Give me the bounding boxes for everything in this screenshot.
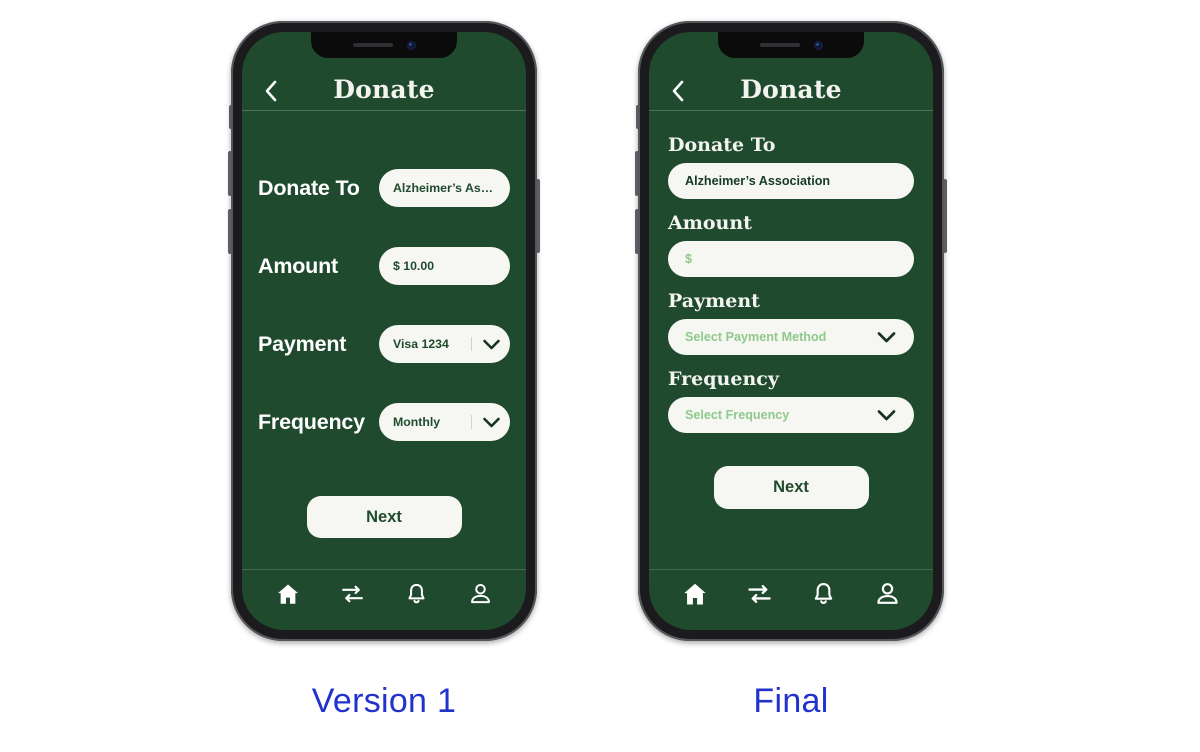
person-icon <box>470 583 490 604</box>
tab-transfer[interactable] <box>736 575 782 613</box>
tab-home[interactable] <box>265 575 311 613</box>
tab-profile[interactable] <box>864 575 910 613</box>
label-donate-to: Donate To <box>668 134 776 156</box>
power-button[interactable] <box>536 179 540 253</box>
label-donate-to: Donate To <box>258 175 360 200</box>
input-amount-value: $ 10.00 <box>393 259 435 273</box>
form-group-amount: Amount $ <box>668 211 914 277</box>
caption-version-1: Version 1 <box>311 682 457 720</box>
back-button[interactable] <box>665 77 691 105</box>
bell-icon <box>407 583 425 604</box>
phone-mockup-final: Donate Donate To Alzheimer’s Association… <box>635 21 947 641</box>
power-button[interactable] <box>943 179 947 253</box>
front-camera-icon <box>406 40 416 50</box>
select-payment[interactable]: Select Payment Method <box>668 318 914 355</box>
phone-screen-version-1: Donate Donate To Alzheimer’s Assoc. Amou… <box>242 32 526 630</box>
tab-profile[interactable] <box>457 575 503 613</box>
tab-home[interactable] <box>672 575 718 613</box>
select-payment[interactable]: Visa 1234 <box>379 325 510 363</box>
mute-switch[interactable] <box>636 105 640 129</box>
bell-icon <box>814 583 832 604</box>
bottom-tab-bar-final <box>649 569 933 630</box>
chevron-down-icon <box>472 338 510 351</box>
select-frequency-placeholder: Select Frequency <box>685 407 790 422</box>
phone-mockup-version-1: Donate Donate To Alzheimer’s Assoc. Amou… <box>228 21 540 641</box>
label-amount: Amount <box>258 253 339 278</box>
caption-final: Final <box>753 682 829 720</box>
tab-transfer[interactable] <box>329 575 375 613</box>
phone-screen-final: Donate Donate To Alzheimer’s Association… <box>649 32 933 630</box>
notch <box>311 32 457 58</box>
chevron-left-icon <box>265 80 276 102</box>
header-divider <box>649 110 933 111</box>
next-button-container: Next <box>668 465 914 509</box>
chevron-down-icon <box>472 416 510 429</box>
input-amount[interactable]: $ <box>668 240 914 277</box>
input-amount-placeholder: $ <box>685 251 693 266</box>
person-icon <box>876 583 898 604</box>
input-donate-to[interactable]: Alzheimer’s Assoc. <box>379 169 510 207</box>
select-payment-placeholder: Select Payment Method <box>685 329 827 344</box>
select-frequency[interactable]: Monthly <box>379 403 510 441</box>
label-frequency: Frequency <box>258 409 365 434</box>
header-divider <box>242 110 526 111</box>
donate-form-final: Donate To Alzheimer’s Association Amount… <box>649 135 933 509</box>
page-title: Donate <box>740 75 842 104</box>
transfer-arrows-icon <box>747 585 771 603</box>
form-group-payment: Payment Select Payment Method <box>668 289 914 355</box>
tab-notifications[interactable] <box>393 575 439 613</box>
next-button[interactable]: Next <box>713 465 869 509</box>
input-donate-to[interactable]: Alzheimer’s Association <box>668 162 914 199</box>
front-camera-icon <box>813 40 823 50</box>
mute-switch[interactable] <box>229 105 233 129</box>
bottom-tab-bar-version-1 <box>242 569 526 630</box>
input-donate-to-value: Alzheimer’s Association <box>685 173 831 188</box>
volume-down-button[interactable] <box>228 209 232 254</box>
home-icon <box>684 583 706 605</box>
select-frequency-value: Monthly <box>379 415 472 429</box>
next-button-container: Next <box>258 496 510 538</box>
notch <box>718 32 864 58</box>
input-amount[interactable]: $ 10.00 <box>379 247 510 285</box>
page-title: Donate <box>333 75 435 104</box>
label-amount: Amount <box>668 211 752 234</box>
volume-down-button[interactable] <box>635 209 639 254</box>
donate-form-version-1: Donate To Alzheimer’s Assoc. Amount $ 10… <box>242 169 526 538</box>
label-payment: Payment <box>258 331 347 356</box>
form-row-payment: Payment Visa 1234 <box>258 325 510 363</box>
chevron-left-icon <box>672 80 683 102</box>
home-icon <box>278 584 298 604</box>
select-frequency[interactable]: Select Frequency <box>668 396 914 433</box>
volume-up-button[interactable] <box>635 151 639 196</box>
form-row-amount: Amount $ 10.00 <box>258 247 510 285</box>
earpiece-speaker-icon <box>759 43 800 47</box>
label-frequency: Frequency <box>668 367 779 390</box>
comparison-stage: Donate Donate To Alzheimer’s Assoc. Amou… <box>0 0 1200 752</box>
form-group-donate-to: Donate To Alzheimer’s Association <box>668 135 914 199</box>
input-donate-to-value: Alzheimer’s Assoc. <box>393 181 506 195</box>
form-row-donate-to: Donate To Alzheimer’s Assoc. <box>258 169 510 207</box>
earpiece-speaker-icon <box>352 43 393 47</box>
transfer-arrows-icon <box>341 585 363 603</box>
chevron-down-icon <box>876 330 897 344</box>
next-button[interactable]: Next <box>306 496 462 538</box>
label-payment: Payment <box>668 289 760 312</box>
chevron-down-icon <box>876 408 897 422</box>
tab-notifications[interactable] <box>800 575 846 613</box>
back-button[interactable] <box>258 77 284 105</box>
select-payment-value: Visa 1234 <box>379 337 472 351</box>
form-group-frequency: Frequency Select Frequency <box>668 367 914 433</box>
form-row-frequency: Frequency Monthly <box>258 403 510 441</box>
volume-up-button[interactable] <box>228 151 232 196</box>
